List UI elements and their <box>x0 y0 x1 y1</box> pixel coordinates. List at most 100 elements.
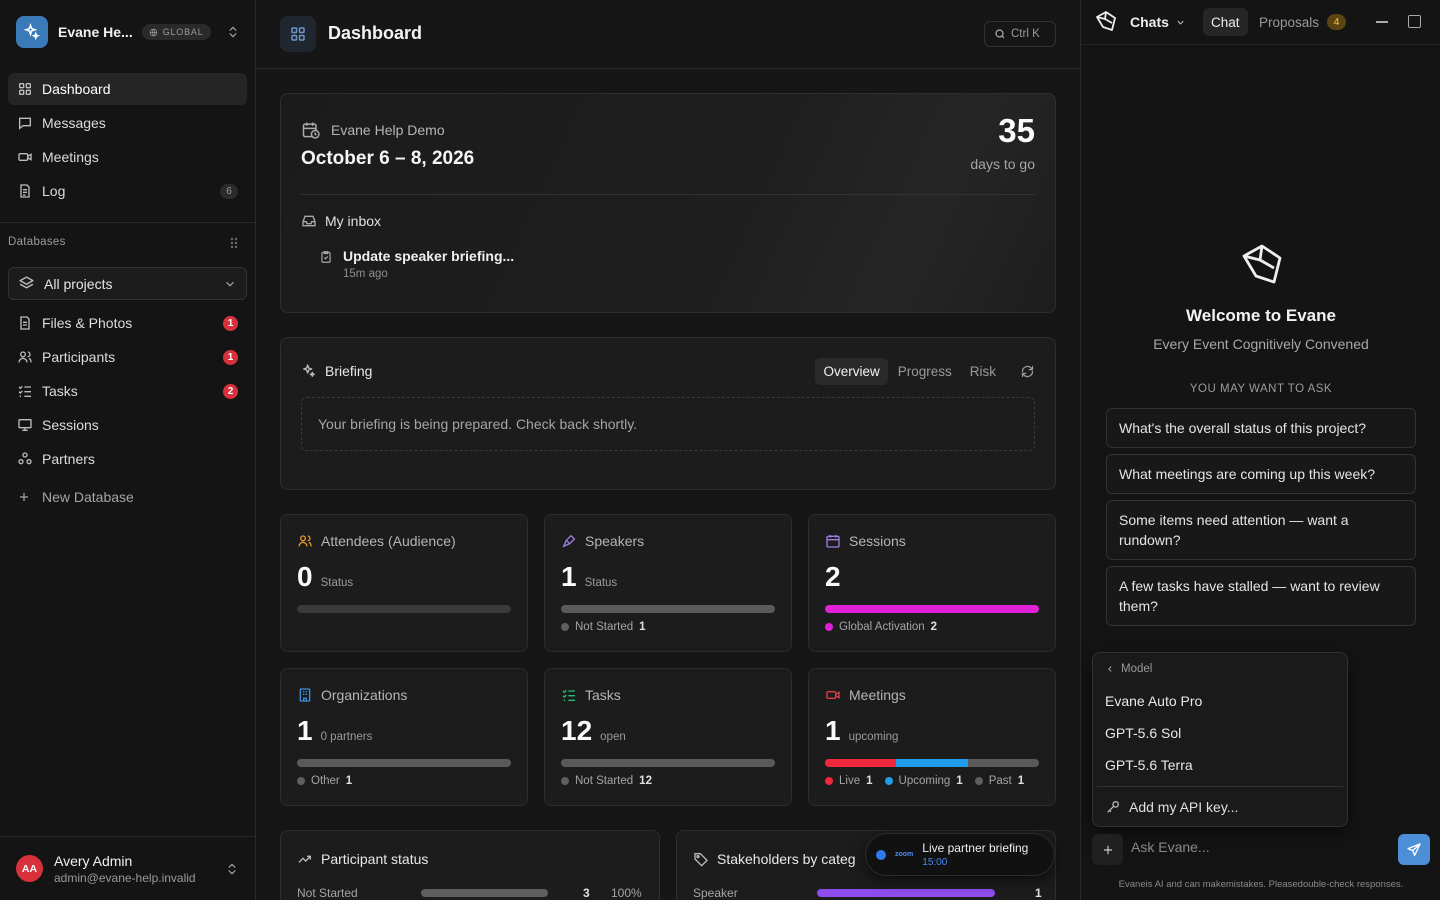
stat-card-sessions[interactable]: Sessions 2 Global Activation 2 <box>808 514 1056 652</box>
trending-up-icon <box>298 855 311 863</box>
status-row-label: Not Started <box>297 886 358 900</box>
briefing-title: Briefing <box>325 363 373 379</box>
legend-count: 2 <box>930 621 938 633</box>
sparkle-icon <box>303 364 315 377</box>
workspace-logo-icon <box>16 16 48 48</box>
participant-status-card: Participant status Not Started 3 100% <box>280 830 660 900</box>
stat-bar <box>825 605 1039 613</box>
db-label: Tasks <box>42 383 78 399</box>
chats-dropdown[interactable]: Chats <box>1130 14 1186 30</box>
chevrons-updown-icon <box>226 25 240 39</box>
chat-input[interactable]: Ask Evane... <box>1131 839 1210 855</box>
stat-bar-segment <box>297 759 511 767</box>
stat-title: Sessions <box>849 533 906 549</box>
suggestion-button[interactable]: Some items need attention — want a rundo… <box>1106 500 1416 560</box>
toast-time: 15:00 <box>922 857 948 868</box>
legend-count: 1 <box>956 775 963 787</box>
avatar: AA <box>16 855 43 882</box>
db-item-sessions[interactable]: Sessions <box>8 409 247 441</box>
stat-sub: Status <box>584 577 618 589</box>
checklist-icon <box>562 689 575 701</box>
add-api-key-button[interactable]: Add my API key... <box>1105 799 1238 815</box>
live-meeting-toast[interactable]: zoom Live partner briefing 15:00 <box>865 833 1055 876</box>
inbox-item-time: 15m ago <box>343 268 388 280</box>
tab-risk[interactable]: Risk <box>962 358 1004 385</box>
suggestions-label: YOU MAY WANT TO ASK <box>1189 383 1333 395</box>
stakeholder-row-label: Speaker <box>693 886 738 900</box>
clipboard-check-icon <box>321 251 331 263</box>
nav-item-log[interactable]: Log 6 <box>8 175 247 207</box>
model-back-button[interactable]: Model <box>1105 663 1152 675</box>
maximize-icon[interactable] <box>1408 15 1421 28</box>
model-option[interactable]: GPT-5.6 Terra <box>1105 757 1193 773</box>
minimize-icon[interactable] <box>1376 21 1388 23</box>
drag-handle-icon[interactable] <box>229 236 239 250</box>
model-option[interactable]: Evane Auto Pro <box>1105 693 1202 709</box>
db-item-files-photos[interactable]: Files & Photos 1 <box>8 307 247 339</box>
legend-count: 1 <box>639 621 646 633</box>
sidebar-divider <box>0 222 255 223</box>
tab-chat[interactable]: Chat <box>1203 8 1248 36</box>
inbox-title: My inbox <box>325 213 382 229</box>
tab-progress[interactable]: Progress <box>890 358 960 385</box>
new-database-button[interactable]: New Database <box>8 481 247 513</box>
user-name: Avery Admin <box>54 852 133 869</box>
stat-sub: 0 partners <box>320 731 373 743</box>
message-icon <box>19 117 31 130</box>
db-label: Participants <box>42 349 116 365</box>
stat-sub: open <box>600 731 626 743</box>
search-button[interactable]: Ctrl K <box>984 21 1056 47</box>
tab-proposals[interactable]: Proposals 4 <box>1251 8 1354 36</box>
db-label: Files & Photos <box>42 315 133 331</box>
stat-card-attendees[interactable]: Attendees (Audience) 0 Status <box>280 514 528 652</box>
stat-card-tasks[interactable]: Tasks 12 open Not Started 12 <box>544 668 792 806</box>
stat-value: 1 <box>825 715 841 746</box>
send-icon <box>1407 842 1421 856</box>
legend-dot <box>825 623 833 631</box>
stat-sub: Status <box>320 577 354 589</box>
search-icon <box>995 29 1005 39</box>
nav-label: Dashboard <box>42 81 111 97</box>
nav-item-meetings[interactable]: Meetings <box>8 141 247 173</box>
event-dates: October 6 – 8, 2026 <box>301 148 475 169</box>
refresh-icon[interactable] <box>1020 364 1035 379</box>
inbox-item[interactable]: Update speaker briefing... 15m ago <box>319 248 514 280</box>
stat-card-organizations[interactable]: Organizations 1 0 partners Other 1 <box>280 668 528 806</box>
stat-title: Tasks <box>585 687 621 703</box>
stat-card-speakers[interactable]: Speakers 1 Status Not Started 1 <box>544 514 792 652</box>
inbox-icon <box>302 215 316 227</box>
proposals-count-badge: 4 <box>1327 14 1347 30</box>
days-to-go-label: days to go <box>970 156 1035 172</box>
db-item-partners[interactable]: Partners <box>8 443 247 475</box>
stat-title: Attendees (Audience) <box>321 533 456 549</box>
evane-logo-icon <box>1242 244 1282 284</box>
databases-label: Databases <box>8 236 66 248</box>
stat-sub: upcoming <box>848 731 899 743</box>
legend-label: Other <box>311 775 340 787</box>
stat-card-meetings[interactable]: Meetings 1 upcoming Live 1 Upcoming 1 Past 1 <box>808 668 1056 806</box>
ai-disclaimer: Evaneis AI and can makemistakes. Pleased… <box>1118 879 1404 890</box>
inbox-item-title: Update speaker briefing... <box>343 248 515 264</box>
user-menu[interactable]: AA Avery Admin admin@evane-help.invalid <box>0 836 255 900</box>
db-item-participants[interactable]: Participants 1 <box>8 341 247 373</box>
tab-overview[interactable]: Overview <box>815 358 888 385</box>
suggestion-button[interactable]: What meetings are coming up this week? <box>1106 454 1416 494</box>
attach-button[interactable] <box>1092 834 1123 865</box>
nav-item-dashboard[interactable]: Dashboard <box>8 73 247 105</box>
legend-label: Upcoming <box>898 775 951 787</box>
welcome-tagline: Every Event Cognitively Convened <box>1153 336 1369 352</box>
stat-legend: Global Activation 2 <box>825 621 937 633</box>
legend-dot <box>561 623 569 631</box>
stakeholder-row-value: 1 <box>1035 886 1042 900</box>
suggestion-button[interactable]: A few tasks have stalled — want to revie… <box>1106 566 1416 626</box>
nav-item-messages[interactable]: Messages <box>8 107 247 139</box>
workspace-switcher[interactable]: Evane He... GLOBAL <box>16 16 240 48</box>
send-button[interactable] <box>1398 834 1430 865</box>
project-selector[interactable]: All projects <box>8 267 247 300</box>
page-title: Dashboard <box>328 23 423 43</box>
suggestion-button[interactable]: What's the overall status of this projec… <box>1106 408 1416 448</box>
stat-bar-segment <box>825 759 897 767</box>
model-option[interactable]: GPT-5.6 Sol <box>1105 725 1181 741</box>
db-item-tasks[interactable]: Tasks 2 <box>8 375 247 407</box>
project-selector-label: All projects <box>44 275 113 292</box>
